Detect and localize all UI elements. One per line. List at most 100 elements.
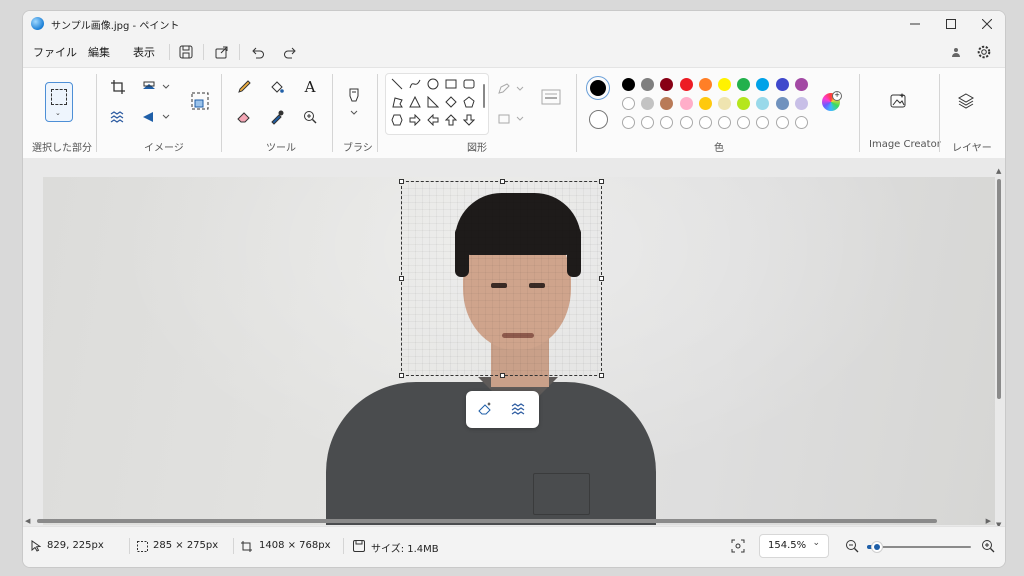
- pentagon-shape-icon[interactable]: [461, 94, 477, 110]
- eraser-icon[interactable]: [233, 106, 255, 128]
- palette-color-swatch[interactable]: [622, 97, 635, 110]
- left-arrow-shape-icon[interactable]: [425, 112, 441, 128]
- custom-color-slot[interactable]: [794, 116, 808, 129]
- palette-color-swatch[interactable]: [679, 97, 693, 110]
- scroll-up-arrow-icon[interactable]: ▲: [996, 167, 1001, 175]
- custom-color-slot[interactable]: [775, 116, 789, 129]
- menu-view[interactable]: 表示: [133, 44, 155, 60]
- menu-edit[interactable]: 編集: [88, 44, 110, 60]
- palette-color-swatch[interactable]: [775, 97, 789, 110]
- palette-color-swatch[interactable]: [641, 97, 655, 110]
- flip-icon[interactable]: [139, 106, 173, 128]
- text-tool-icon[interactable]: A: [299, 76, 321, 98]
- crop-icon[interactable]: [107, 76, 129, 98]
- line-weight-icon[interactable]: [538, 86, 564, 108]
- line-shape-icon[interactable]: [389, 76, 405, 92]
- palette-color-swatch[interactable]: [737, 97, 751, 110]
- resize-handle[interactable]: [599, 276, 604, 281]
- fill-bucket-icon[interactable]: [266, 76, 288, 98]
- custom-color-slot[interactable]: [641, 116, 655, 129]
- zoom-slider-thumb[interactable]: [871, 541, 884, 553]
- brush-icon[interactable]: [343, 86, 365, 118]
- resize-handle[interactable]: [599, 179, 604, 184]
- vertical-scrollbar[interactable]: ▲ ▼: [995, 167, 1003, 529]
- maximize-button[interactable]: [933, 11, 969, 37]
- minimize-button[interactable]: [897, 11, 933, 37]
- custom-color-slot[interactable]: [756, 116, 770, 129]
- up-arrow-shape-icon[interactable]: [443, 112, 459, 128]
- undo-icon[interactable]: [247, 42, 269, 62]
- palette-color-swatch[interactable]: [698, 97, 712, 110]
- secondary-color-swatch[interactable]: [589, 110, 608, 129]
- triangle-shape-icon[interactable]: [407, 94, 423, 110]
- magnifier-icon[interactable]: [299, 106, 321, 128]
- diamond-shape-icon[interactable]: [443, 94, 459, 110]
- down-arrow-shape-icon[interactable]: [461, 112, 477, 128]
- zoom-slider[interactable]: [867, 541, 971, 553]
- palette-color-swatch[interactable]: [641, 78, 655, 91]
- menu-file[interactable]: ファイル: [33, 44, 77, 60]
- palette-color-swatch[interactable]: [794, 97, 808, 110]
- redo-icon[interactable]: [279, 42, 301, 62]
- custom-color-slot[interactable]: [698, 116, 712, 129]
- palette-color-swatch[interactable]: [756, 97, 770, 110]
- resize-handle[interactable]: [399, 276, 404, 281]
- oval-shape-icon[interactable]: [425, 76, 441, 92]
- selection-tool-button[interactable]: ⌄: [45, 82, 73, 122]
- custom-color-slot[interactable]: [679, 116, 693, 129]
- resize-handle[interactable]: [599, 373, 604, 378]
- polygon-shape-icon[interactable]: [389, 94, 405, 110]
- rectangle-shape-icon[interactable]: [443, 76, 459, 92]
- shape-fill-icon[interactable]: [496, 108, 528, 130]
- save-icon[interactable]: [175, 42, 197, 62]
- palette-color-swatch[interactable]: [622, 78, 635, 91]
- custom-color-slot[interactable]: [718, 116, 731, 129]
- image-creator-icon[interactable]: [887, 90, 909, 112]
- right-triangle-shape-icon[interactable]: [425, 94, 441, 110]
- selection-rectangle[interactable]: [399, 179, 604, 378]
- hexagon-shape-icon[interactable]: [389, 112, 405, 128]
- right-arrow-shape-icon[interactable]: [407, 112, 423, 128]
- custom-color-slot[interactable]: [737, 116, 751, 129]
- settings-gear-icon[interactable]: [973, 42, 995, 62]
- generative-erase-icon[interactable]: [474, 398, 496, 420]
- custom-color-slot[interactable]: [660, 116, 674, 129]
- rounded-rectangle-shape-icon[interactable]: [461, 76, 477, 92]
- shapes-gallery-scrollbar[interactable]: [483, 84, 485, 108]
- palette-color-swatch[interactable]: [718, 78, 731, 91]
- zoom-out-icon[interactable]: [845, 539, 859, 556]
- color-picker-icon[interactable]: [266, 106, 288, 128]
- vertical-scroll-thumb[interactable]: [997, 179, 1001, 399]
- resize-handle[interactable]: [399, 179, 404, 184]
- zoom-level-dropdown[interactable]: 154.5% ⌄: [759, 534, 829, 558]
- image-resize-icon[interactable]: [189, 90, 211, 112]
- palette-color-swatch[interactable]: [775, 78, 789, 91]
- pencil-icon[interactable]: [233, 76, 255, 98]
- horizontal-scrollbar[interactable]: ◀ ▶: [25, 517, 991, 525]
- remove-background-icon[interactable]: [508, 398, 530, 420]
- background-removal-icon[interactable]: [107, 106, 129, 128]
- palette-color-swatch[interactable]: [698, 78, 712, 91]
- shape-outline-icon[interactable]: [496, 78, 528, 100]
- scroll-left-arrow-icon[interactable]: ◀: [25, 517, 30, 525]
- zoom-in-icon[interactable]: [981, 539, 995, 556]
- close-button[interactable]: [969, 11, 1005, 37]
- palette-color-swatch[interactable]: [756, 78, 770, 91]
- resize-handle[interactable]: [500, 179, 505, 184]
- palette-color-swatch[interactable]: [718, 97, 731, 110]
- custom-color-slot[interactable]: [622, 116, 635, 129]
- resize-handle[interactable]: [399, 373, 404, 378]
- horizontal-scroll-thumb[interactable]: [37, 519, 937, 523]
- primary-color-ring[interactable]: [586, 76, 610, 100]
- canvas-area[interactable]: ▲ ▼ ◀ ▶: [23, 158, 1005, 529]
- palette-color-swatch[interactable]: [737, 78, 751, 91]
- resize-icon[interactable]: [139, 76, 173, 98]
- curve-shape-icon[interactable]: [407, 76, 423, 92]
- resize-handle[interactable]: [500, 373, 505, 378]
- fit-to-window-icon[interactable]: [731, 539, 745, 556]
- share-icon[interactable]: [211, 42, 233, 62]
- account-icon[interactable]: [945, 42, 967, 62]
- layers-icon[interactable]: [955, 90, 977, 112]
- palette-color-swatch[interactable]: [679, 78, 693, 91]
- shapes-gallery[interactable]: [385, 73, 489, 135]
